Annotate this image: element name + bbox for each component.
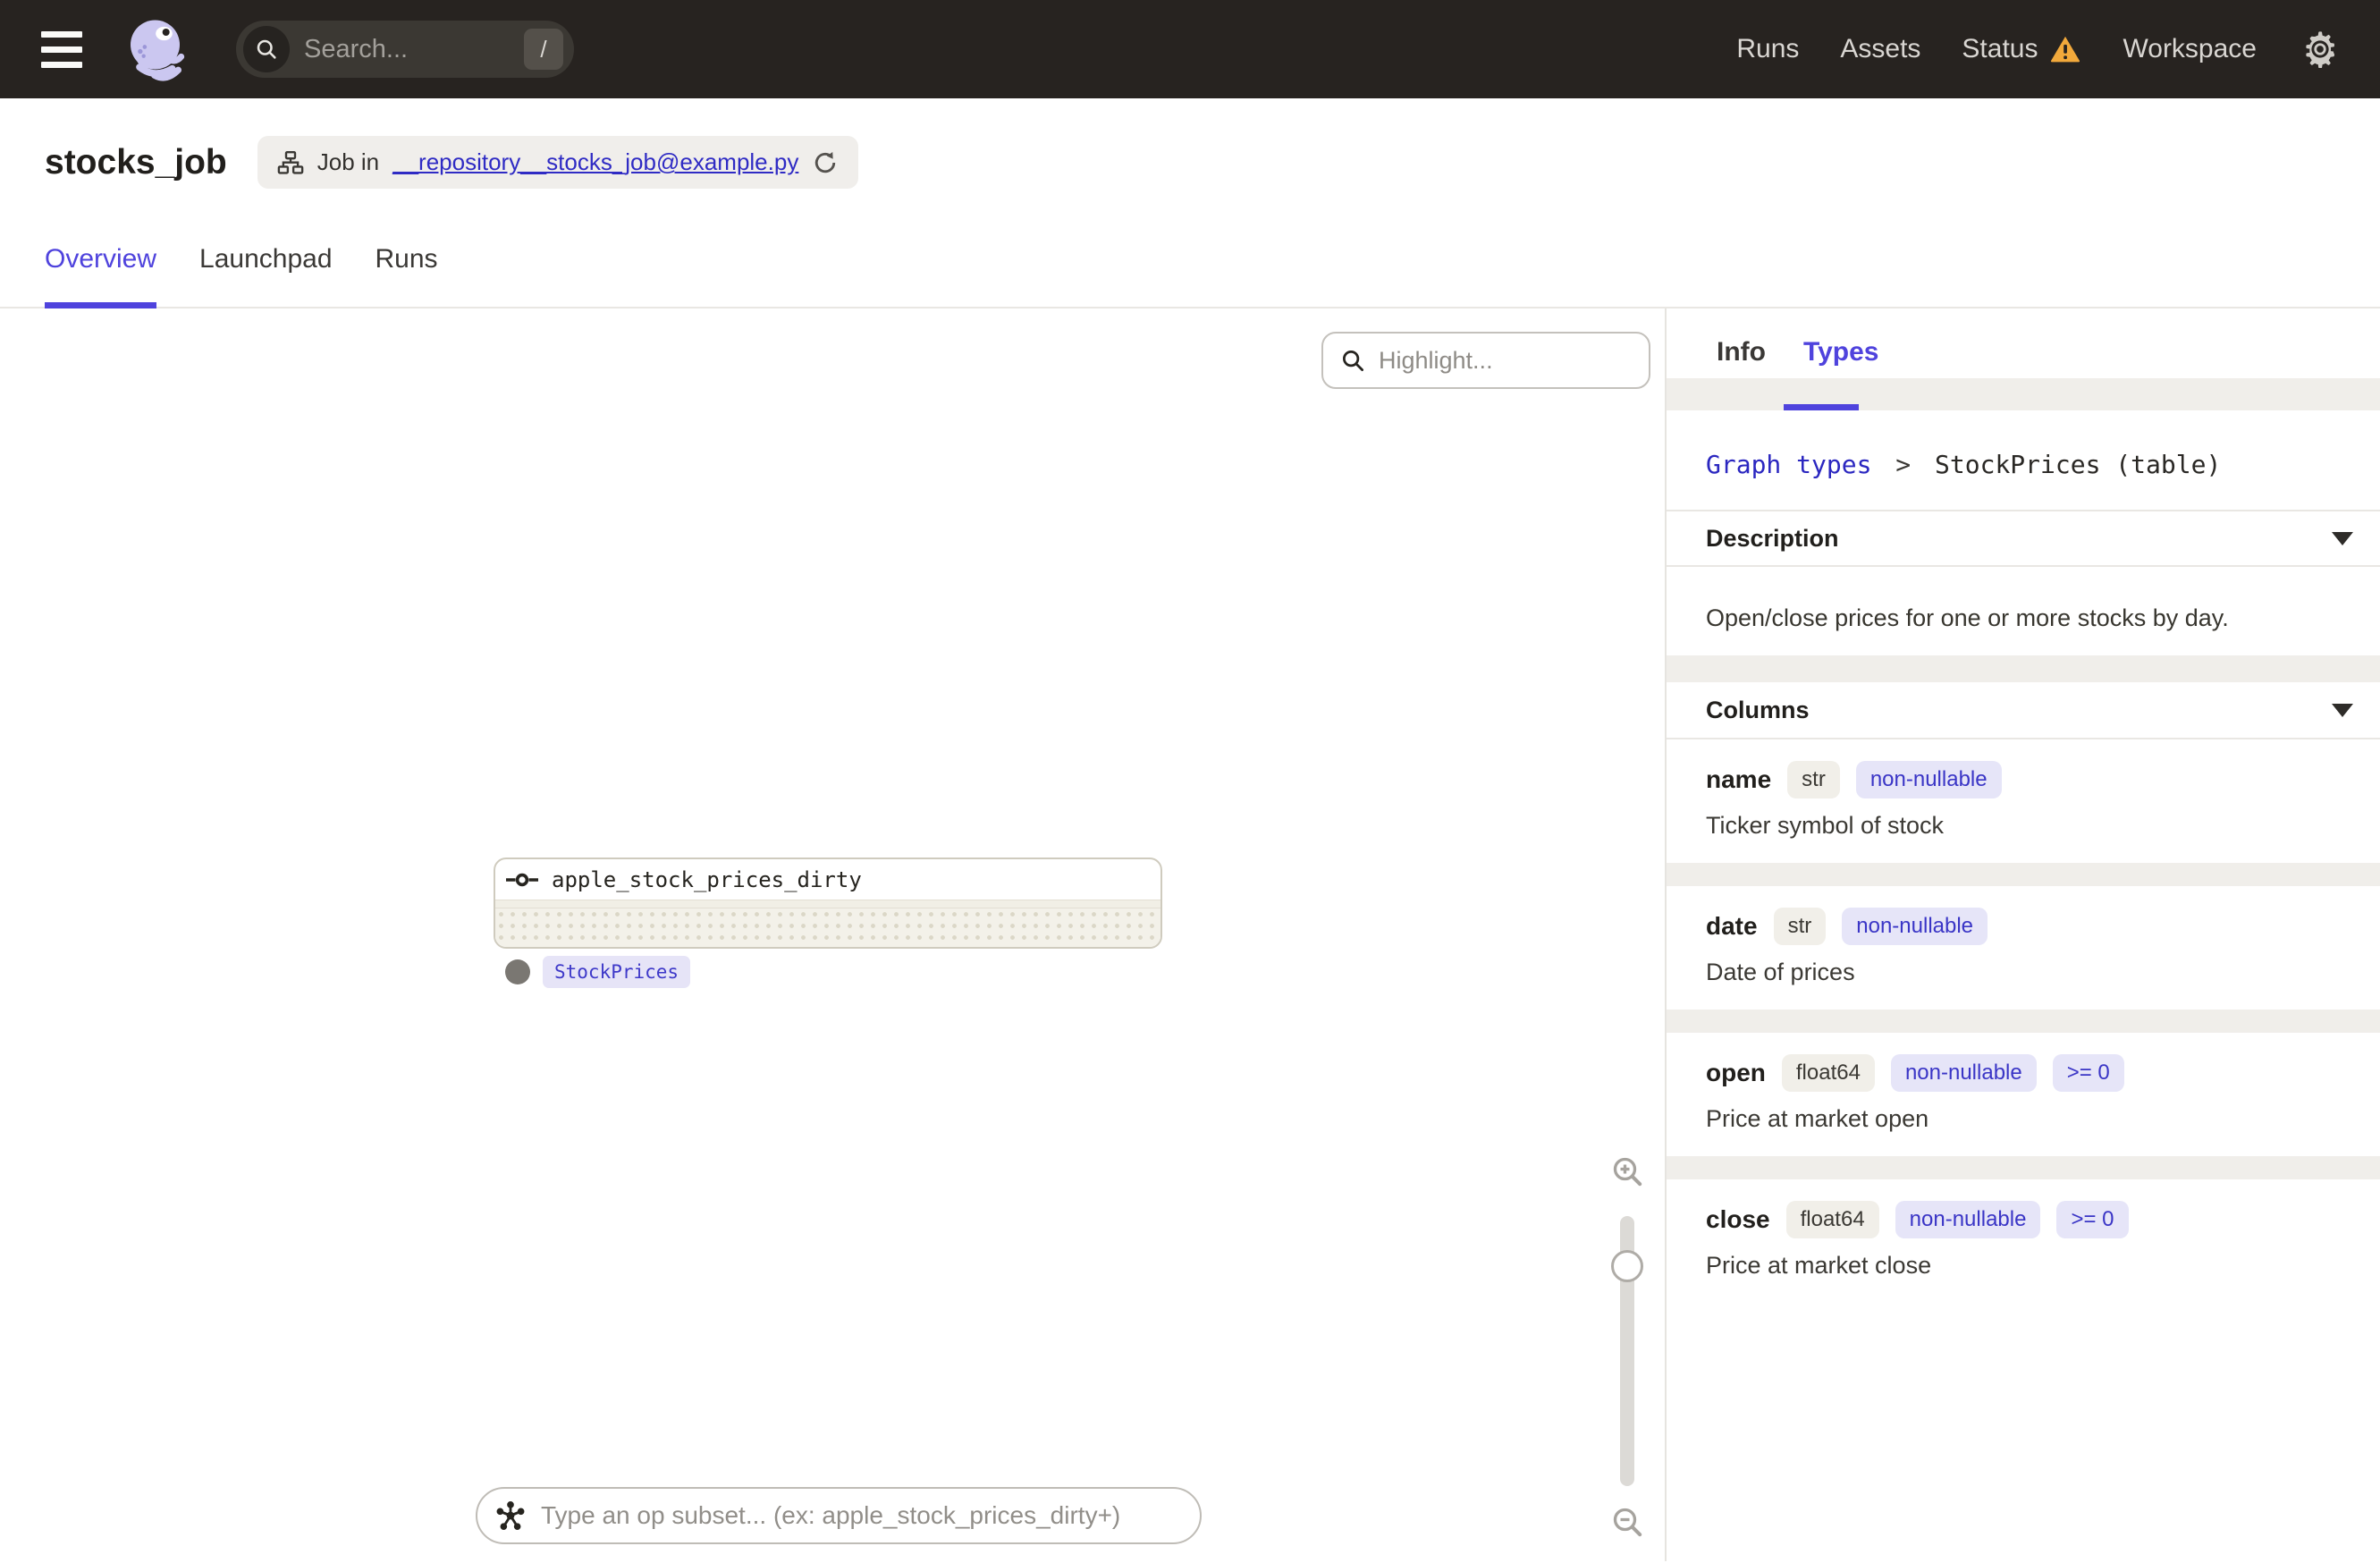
panel-tab-strip — [1667, 378, 2380, 410]
nav-assets[interactable]: Assets — [1840, 34, 1920, 64]
repository-file-link[interactable]: __repository__stocks_job@example.py — [392, 148, 798, 176]
column-type-tag: float64 — [1785, 1201, 1879, 1238]
tab-overview[interactable]: Overview — [45, 244, 157, 308]
job-badge-prefix: Job in — [316, 148, 380, 175]
side-panel: Info Types Graph types > StockPrices (ta… — [1667, 308, 2380, 1561]
breadcrumb-current: StockPrices (table) — [1935, 450, 2222, 479]
columns-section-header[interactable]: Columns — [1667, 682, 2380, 739]
column-constraint-tag: >= 0 — [2052, 1054, 2124, 1092]
op-graph-canvas[interactable]: apple_stock_prices_dirty StockPrices — [0, 308, 1665, 1561]
column-row-date: date str non-nullable Date of prices — [1667, 886, 2380, 1010]
search-input[interactable] — [290, 34, 524, 64]
column-description: Price at market close — [1706, 1252, 1932, 1279]
highlight-search — [1321, 332, 1650, 389]
chevron-down-icon — [2332, 531, 2353, 545]
nav-status-label: Status — [1962, 34, 2038, 63]
op-icon — [506, 873, 538, 886]
column-type-tag: str — [1773, 908, 1827, 945]
panel-tab-types[interactable]: Types — [1803, 337, 1878, 368]
nav-status[interactable]: Status — [1962, 33, 2081, 65]
column-name: name — [1706, 765, 1772, 793]
op-subset-selector — [476, 1487, 1202, 1544]
zoom-out-icon[interactable] — [1609, 1504, 1645, 1540]
row-separator — [1667, 863, 2380, 886]
row-separator — [1667, 1156, 2380, 1179]
hamburger-menu-icon[interactable] — [41, 30, 82, 68]
zoom-controls — [1604, 1153, 1650, 1540]
column-description: Price at market open — [1706, 1105, 1929, 1132]
description-section-header[interactable]: Description — [1667, 510, 2380, 567]
column-type-tag: str — [1787, 761, 1840, 798]
column-type-tag: float64 — [1781, 1054, 1875, 1092]
slash-shortcut-key: / — [524, 29, 563, 70]
tab-runs[interactable]: Runs — [376, 244, 438, 307]
columns-section-title: Columns — [1706, 696, 1810, 723]
breadcrumb-separator: > — [1895, 450, 1912, 479]
op-subset-input[interactable] — [539, 1500, 1182, 1531]
op-node-divider — [495, 900, 1160, 908]
output-port-dot — [505, 959, 530, 984]
column-description: Date of prices — [1706, 959, 1855, 985]
page-title: stocks_job — [45, 142, 227, 182]
settings-gear-icon[interactable] — [2301, 30, 2339, 68]
top-navigation-bar: / Runs Assets Status Workspace — [0, 0, 2380, 98]
column-name: open — [1706, 1059, 1766, 1086]
op-node-label: apple_stock_prices_dirty — [552, 866, 862, 892]
zoom-slider-thumb[interactable] — [1611, 1250, 1643, 1282]
active-tab-indicator — [1784, 404, 1859, 410]
type-breadcrumb: Graph types > StockPrices (table) — [1667, 410, 2380, 510]
page-header: stocks_job Job in __repository__stocks_j… — [45, 136, 2380, 189]
column-name: date — [1706, 912, 1758, 940]
job-graph-icon — [277, 150, 304, 174]
job-origin-badge: Job in __repository__stocks_job@example.… — [257, 136, 859, 189]
column-description: Ticker symbol of stock — [1706, 812, 1945, 839]
tab-launchpad[interactable]: Launchpad — [199, 244, 332, 307]
op-selector-icon — [496, 1500, 525, 1531]
search-icon — [243, 26, 290, 72]
top-nav-links: Runs Assets Status Workspace — [1736, 30, 2339, 68]
column-constraint-tag: >= 0 — [2056, 1201, 2129, 1238]
dagster-logo[interactable] — [122, 13, 193, 85]
description-section-title: Description — [1706, 524, 1839, 552]
column-constraint-tag: non-nullable — [1855, 761, 2002, 798]
warning-triangle-icon — [2051, 36, 2080, 63]
highlight-input[interactable] — [1377, 345, 1633, 376]
zoom-slider-track[interactable] — [1611, 1216, 1643, 1486]
panel-tab-info[interactable]: Info — [1717, 337, 1766, 368]
section-separator — [1667, 655, 2380, 682]
column-constraint-tag: non-nullable — [1842, 908, 1988, 945]
description-text: Open/close prices for one or more stocks… — [1706, 604, 2229, 631]
column-constraint-tag: non-nullable — [1895, 1201, 2041, 1238]
column-row-name: name str non-nullable Ticker symbol of s… — [1667, 739, 2380, 863]
reload-icon[interactable] — [812, 149, 839, 176]
op-node-apple-stock-prices-dirty[interactable]: apple_stock_prices_dirty — [494, 858, 1162, 949]
side-panel-tabs: Info Types — [1667, 308, 2380, 368]
output-type-tag[interactable]: StockPrices — [543, 956, 691, 988]
op-output: StockPrices — [505, 956, 691, 988]
nav-workspace[interactable]: Workspace — [2123, 34, 2257, 64]
op-node-body — [495, 908, 1160, 947]
column-name: close — [1706, 1205, 1770, 1233]
nav-runs[interactable]: Runs — [1736, 34, 1799, 64]
column-row-close: close float64 non-nullable >= 0 Price at… — [1667, 1179, 2380, 1303]
breadcrumb-graph-types-link[interactable]: Graph types — [1706, 450, 1871, 479]
column-constraint-tag: non-nullable — [1890, 1054, 2037, 1092]
zoom-in-icon[interactable] — [1609, 1153, 1645, 1189]
chevron-down-icon — [2332, 703, 2353, 717]
main-content: apple_stock_prices_dirty StockPrices — [0, 308, 2380, 1561]
global-search: / — [236, 21, 574, 78]
job-tabs: Overview Launchpad Runs — [0, 244, 2380, 308]
search-icon — [1343, 351, 1363, 371]
row-separator — [1667, 1010, 2380, 1033]
column-row-open: open float64 non-nullable >= 0 Price at … — [1667, 1033, 2380, 1156]
